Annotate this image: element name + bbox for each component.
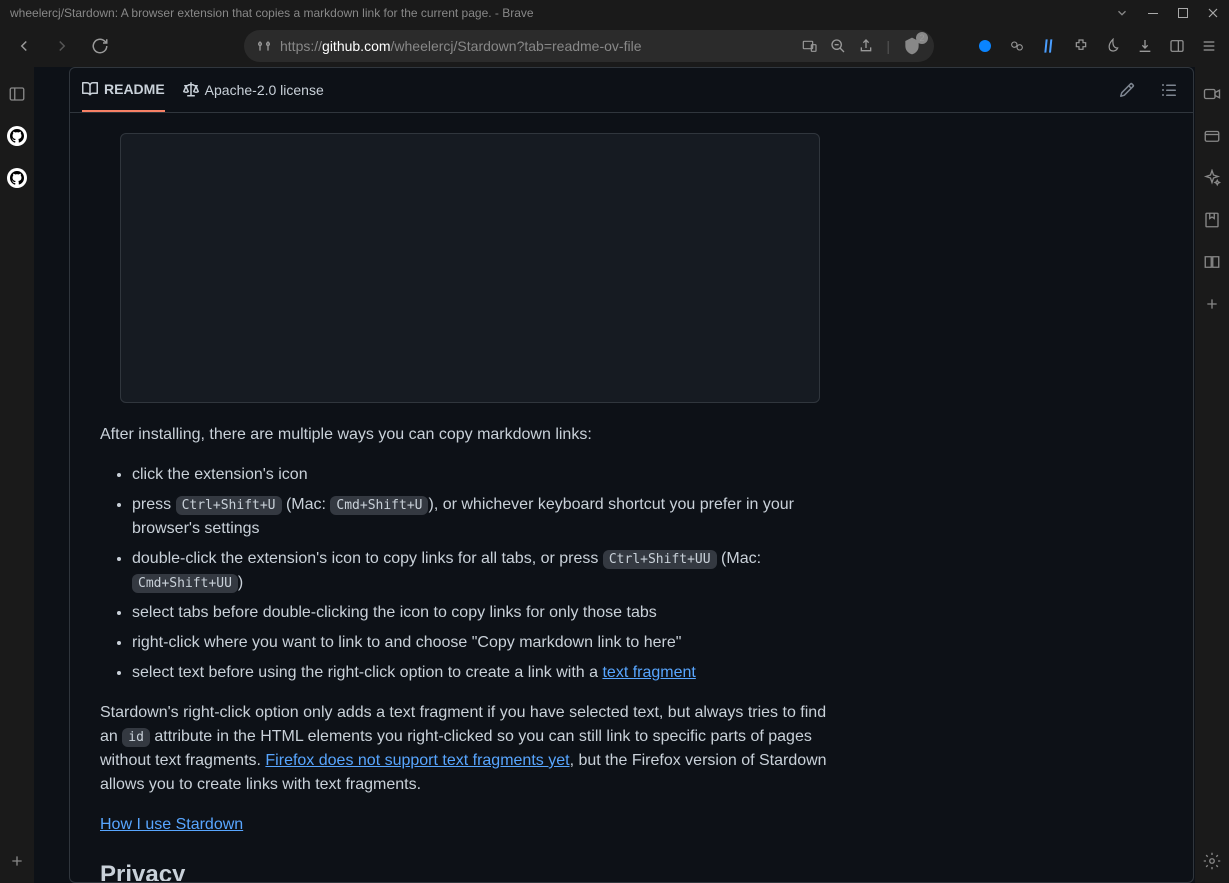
bookmark-icon[interactable] [1200, 208, 1224, 232]
titlebar: wheelercj/Stardown: A browser extension … [0, 0, 1229, 25]
text-fragment-link[interactable]: text fragment [602, 664, 695, 681]
sparkle-icon[interactable] [1200, 166, 1224, 190]
url-bar[interactable]: https://github.com/wheelercj/Stardown?ta… [244, 30, 934, 62]
how-i-use-link[interactable]: How I use Stardown [100, 816, 243, 833]
kbd-shortcut: Ctrl+Shift+U [176, 496, 282, 515]
toc-button[interactable] [1157, 78, 1181, 102]
window-maximize-icon[interactable] [1177, 7, 1189, 19]
list-item: click the extension's icon [132, 463, 840, 487]
readme-container: README Apache-2.0 license After installi… [69, 67, 1194, 883]
window-dropdown-icon[interactable] [1115, 6, 1129, 20]
zoom-icon[interactable] [830, 38, 846, 54]
extensions-icon[interactable] [1071, 36, 1091, 56]
tab-readme[interactable]: README [82, 68, 165, 112]
demo-image [120, 133, 820, 403]
github-favicon-1[interactable] [5, 124, 29, 148]
back-button[interactable] [10, 32, 38, 60]
url-text: https://github.com/wheelercj/Stardown?ta… [280, 38, 794, 54]
readme-body: After installing, there are multiple way… [70, 113, 870, 881]
responsive-icon[interactable] [802, 38, 818, 54]
ext-icon-3[interactable] [1039, 36, 1059, 56]
page-content: README Apache-2.0 license After installi… [34, 67, 1195, 883]
left-sidebar [0, 67, 34, 883]
tab-license[interactable]: Apache-2.0 license [183, 68, 324, 112]
list-item: double-click the extension's icon to cop… [132, 547, 840, 595]
firefox-link[interactable]: Firefox does not support text fragments … [265, 752, 569, 769]
paragraph: How I use Stardown [100, 813, 840, 837]
list-item: right-click where you want to link to an… [132, 631, 840, 655]
menu-icon[interactable] [1199, 36, 1219, 56]
forward-button[interactable] [48, 32, 76, 60]
book-icon [82, 81, 98, 97]
list-item: select text before using the right-click… [132, 661, 840, 685]
panel-icon[interactable] [5, 82, 29, 106]
list-item: select tabs before double-clicking the i… [132, 601, 840, 625]
ext-icon-2[interactable] [1007, 36, 1027, 56]
browser-toolbar: https://github.com/wheelercj/Stardown?ta… [0, 25, 1229, 67]
ext-icon-leaf[interactable] [1103, 36, 1123, 56]
sidebar-toggle-icon[interactable] [1167, 36, 1187, 56]
edit-button[interactable] [1115, 78, 1139, 102]
site-settings-icon[interactable] [256, 38, 272, 54]
download-icon[interactable] [1135, 36, 1155, 56]
ext-icon-1[interactable] [975, 36, 995, 56]
kbd-shortcut: Cmd+Shift+U [330, 496, 428, 515]
law-icon [183, 82, 199, 98]
window-title: wheelercj/Stardown: A browser extension … [10, 6, 1115, 20]
wallet-icon[interactable] [1200, 124, 1224, 148]
reload-button[interactable] [86, 32, 114, 60]
tab-readme-label: README [104, 81, 165, 97]
add-panel-icon[interactable] [1200, 292, 1224, 316]
extension-icons [975, 36, 1219, 56]
github-favicon-2[interactable] [5, 166, 29, 190]
share-icon[interactable] [858, 38, 874, 54]
window-close-icon[interactable] [1207, 7, 1219, 19]
add-tab-icon[interactable] [5, 849, 29, 873]
kbd-shortcut: Cmd+Shift+UU [132, 574, 238, 593]
list-item: press Ctrl+Shift+U (Mac: Cmd+Shift+U), o… [132, 493, 840, 541]
reader-icon[interactable] [1200, 250, 1224, 274]
brave-shield-icon[interactable]: 2 [902, 36, 922, 56]
readme-tabs: README Apache-2.0 license [70, 68, 1193, 113]
settings-icon[interactable] [1200, 849, 1224, 873]
tab-license-label: Apache-2.0 license [205, 82, 324, 98]
window-minimize-icon[interactable] [1147, 7, 1159, 19]
video-icon[interactable] [1200, 82, 1224, 106]
code-id: id [122, 728, 150, 747]
paragraph: Stardown's right-click option only adds … [100, 701, 840, 797]
right-sidebar [1195, 67, 1229, 883]
privacy-heading: Privacy [100, 861, 840, 881]
usage-list: click the extension's icon press Ctrl+Sh… [100, 463, 840, 685]
intro-text: After installing, there are multiple way… [100, 423, 840, 447]
kbd-shortcut: Ctrl+Shift+UU [603, 550, 717, 569]
shield-badge: 2 [916, 32, 928, 44]
